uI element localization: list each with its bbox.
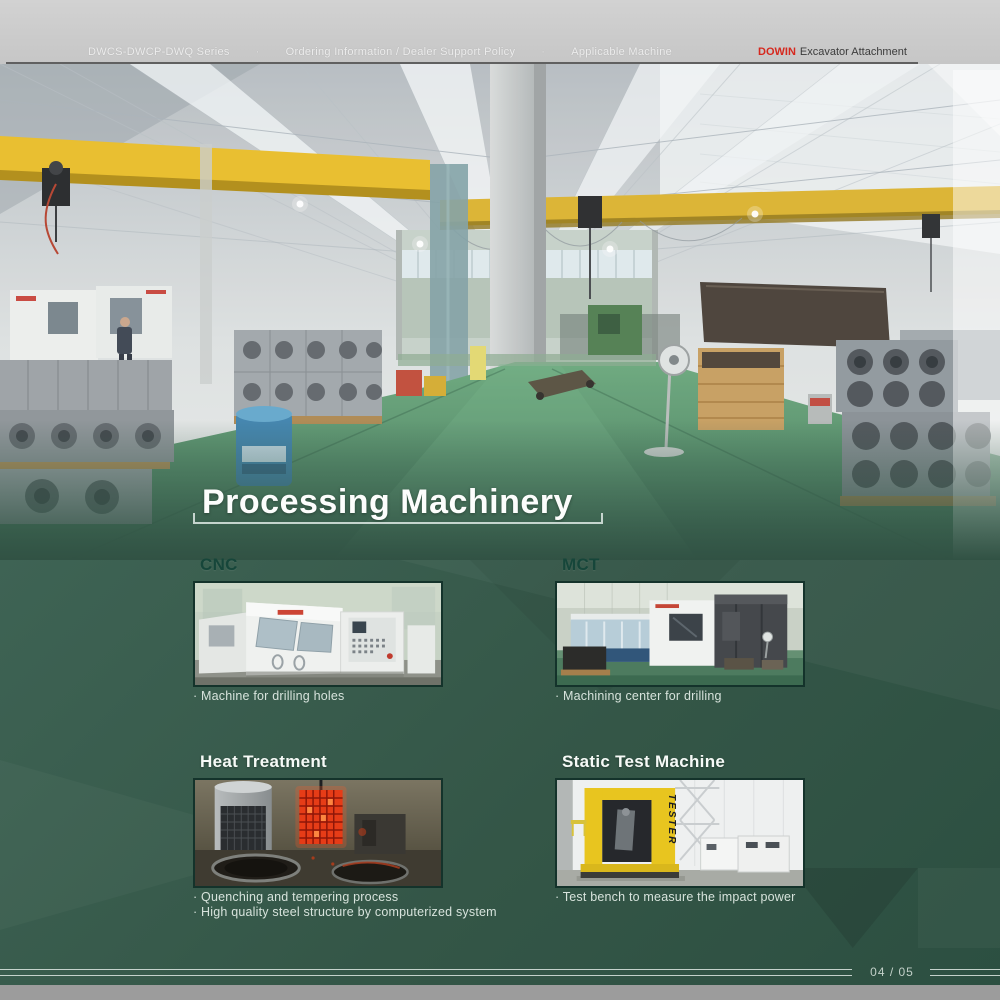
cnc-caption: · Machine for drilling holes [193,689,345,704]
mct-caption: · Machining center for drilling [555,689,722,704]
footer-line-left [0,969,852,976]
footer-line-right [930,969,1000,976]
header-nav: DWCS-DWCP-DWQ Series · Ordering Informat… [88,46,672,58]
heat-treatment-caption-2: · High quality steel structure by comput… [193,905,497,920]
machine-label-heat-treatment: Heat Treatment [200,752,327,772]
cnc-photo [193,581,443,687]
static-test-photo: TESTER [555,778,805,888]
cnc-machine-illustration [195,583,441,685]
machine-label-mct: MCT [562,555,600,575]
nav-separator: · [541,46,545,58]
diamond-pattern [790,868,918,948]
nav-item-ordering: Ordering Information / Dealer Support Po… [286,46,516,58]
brand: DOWIN Excavator Attachment [758,46,907,58]
tester-vertical-label: TESTER [666,794,677,845]
title-underline [193,512,603,524]
mct-machine-illustration [557,583,803,685]
heat-treatment-caption-1: · Quenching and tempering process [193,890,398,905]
static-test-caption: · Test bench to measure the impact power [555,890,796,905]
bottom-scan-bar [0,985,1000,1000]
diamond-pattern [918,868,1000,948]
brochure-page: DWCS-DWCP-DWQ Series · Ordering Informat… [0,0,1000,1000]
machine-label-cnc: CNC [200,555,238,575]
brand-suffix: Excavator Attachment [800,46,907,58]
nav-separator: · [256,46,260,58]
mct-photo [555,581,805,687]
green-section-background [0,560,1000,985]
static-test-machine-illustration: TESTER [557,780,803,886]
machine-label-static-test: Static Test Machine [562,752,725,772]
page-number: 04 / 05 [856,965,928,979]
nav-item-applicable: Applicable Machine [571,46,672,58]
heat-treatment-photo [193,778,443,888]
brand-name: DOWIN [758,46,796,58]
heat-treatment-illustration [195,780,441,886]
nav-item-series: DWCS-DWCP-DWQ Series [88,46,230,58]
